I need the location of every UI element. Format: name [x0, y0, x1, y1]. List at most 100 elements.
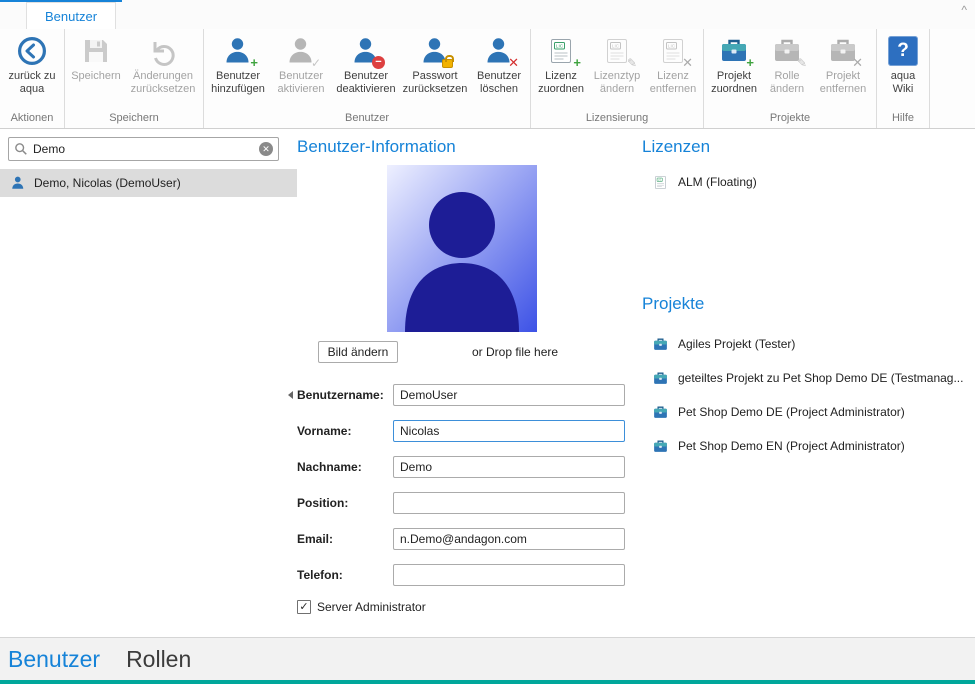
field-label-benutzername: Benutzername:	[297, 388, 393, 402]
user-name: Demo, Nicolas (DemoUser)	[34, 176, 181, 190]
button-label: Lizenz zuordnen	[533, 70, 589, 96]
user-info-title: Benutzer-Information	[297, 137, 642, 157]
delete-user-button[interactable]: ✕ Benutzer löschen	[470, 30, 528, 111]
project-item[interactable]: Pet Shop Demo DE (Project Administrator)	[642, 395, 975, 429]
user-list-item[interactable]: Demo, Nicolas (DemoUser)	[0, 169, 297, 197]
activate-user-button[interactable]: ✓ Benutzer aktivieren	[270, 30, 332, 111]
ribbon-collapse-icon[interactable]: ^	[961, 3, 967, 17]
button-label: aqua Wiki	[879, 70, 927, 96]
deactivate-user-button[interactable]: − Benutzer deaktivieren	[332, 30, 400, 111]
vorname-field[interactable]	[393, 420, 625, 442]
footer-tab-rollen[interactable]: Rollen	[126, 646, 191, 673]
tab-benutzer[interactable]: Benutzer	[26, 2, 116, 29]
wiki-icon: ?	[887, 35, 919, 67]
button-label: Projekt entfernen	[812, 70, 874, 96]
reset-password-button[interactable]: Passwort zurücksetzen	[400, 30, 470, 111]
licenses-title: Lizenzen	[642, 137, 975, 157]
button-label: Lizenz entfernen	[645, 70, 701, 96]
server-admin-checkbox[interactable]: ✓ Server Administrator	[297, 600, 642, 614]
project-label: geteiltes Projekt zu Pet Shop Demo DE (T…	[678, 371, 963, 385]
role-change-icon: ✎	[771, 35, 803, 67]
group-label-hilfe: Hilfe	[879, 111, 927, 128]
project-item[interactable]: Agiles Projekt (Tester)	[642, 327, 975, 361]
position-field[interactable]	[393, 492, 625, 514]
button-label: Speichern	[70, 70, 122, 83]
license-change-icon: ✎	[601, 35, 633, 67]
user-list: Demo, Nicolas (DemoUser)	[0, 169, 297, 197]
user-activate-icon: ✓	[285, 35, 317, 67]
button-label: Passwort zurücksetzen	[400, 70, 470, 96]
field-label-vorname: Vorname:	[297, 424, 393, 438]
project-label: Pet Shop Demo EN (Project Administrator)	[678, 439, 905, 453]
ribbon-group-projekte: + Projekt zuordnen ✎ Rolle ändern ✕ Proj…	[704, 29, 877, 128]
assign-license-button[interactable]: + Lizenz zuordnen	[533, 30, 589, 111]
add-user-button[interactable]: + Benutzer hinzufügen	[206, 30, 270, 111]
footer-tab-benutzer[interactable]: Benutzer	[8, 646, 100, 673]
project-remove-icon: ✕	[827, 35, 859, 67]
change-license-type-button[interactable]: ✎ Lizenztyp ändern	[589, 30, 645, 111]
change-photo-button[interactable]: Bild ändern	[318, 341, 398, 363]
password-reset-icon	[419, 35, 451, 67]
search-input[interactable]	[28, 142, 259, 156]
email-field[interactable]	[393, 528, 625, 550]
back-to-aqua-button[interactable]: zurück zu aqua	[2, 30, 62, 111]
field-label-nachname: Nachname:	[297, 460, 393, 474]
button-label: Benutzer deaktivieren	[332, 70, 400, 96]
ribbon-group-benutzer: + Benutzer hinzufügen ✓ Benutzer aktivie…	[204, 29, 531, 128]
user-form: Benutzername: Vorname: Nachname: Positio…	[297, 384, 642, 614]
ribbon-group-aktionen: zurück zu aqua Aktionen	[0, 29, 65, 128]
bottom-accent-strip	[0, 680, 975, 684]
button-label: Benutzer aktivieren	[270, 70, 332, 96]
projects-title: Projekte	[642, 294, 975, 314]
bottom-tab-bar: Benutzer Rollen	[0, 637, 975, 680]
save-button[interactable]: Speichern	[67, 30, 125, 111]
ribbon-group-lizensierung: + Lizenz zuordnen ✎ Lizenztyp ändern ✕ L…	[531, 29, 704, 128]
undo-icon	[147, 35, 179, 67]
project-label: Pet Shop Demo DE (Project Administrator)	[678, 405, 905, 419]
button-label: Benutzer hinzufügen	[206, 70, 270, 96]
ribbon: zurück zu aqua Aktionen Speichern Änderu…	[0, 29, 975, 129]
group-label-aktionen: Aktionen	[2, 111, 62, 128]
group-label-benutzer: Benutzer	[206, 111, 528, 128]
clear-search-icon[interactable]: ✕	[259, 142, 273, 156]
user-list-panel: ✕ Demo, Nicolas (DemoUser)	[0, 129, 297, 637]
ribbon-tab-row: Benutzer ^	[0, 0, 975, 29]
project-item[interactable]: Pet Shop Demo EN (Project Administrator)	[642, 429, 975, 463]
telefon-field[interactable]	[393, 564, 625, 586]
assign-project-button[interactable]: + Projekt zuordnen	[706, 30, 762, 111]
benutzername-field[interactable]	[393, 384, 625, 406]
button-label: Rolle ändern	[762, 70, 812, 96]
undo-changes-button[interactable]: Änderungen zurücksetzen	[125, 30, 201, 111]
checkbox-check-icon: ✓	[297, 600, 311, 614]
field-label-email: Email:	[297, 532, 393, 546]
project-add-icon: +	[718, 35, 750, 67]
ribbon-group-speichern: Speichern Änderungen zurücksetzen Speich…	[65, 29, 204, 128]
license-list: ALM (Floating)	[642, 170, 975, 194]
license-item[interactable]: ALM (Floating)	[642, 170, 975, 194]
user-admin-window: Benutzer ^ zurück zu aqua Aktionen Sp	[0, 0, 975, 684]
photo-actions: Bild ändern or Drop file here	[297, 341, 642, 363]
save-icon	[80, 35, 112, 67]
remove-project-button[interactable]: ✕ Projekt entfernen	[812, 30, 874, 111]
license-add-icon: +	[545, 35, 577, 67]
drop-file-hint: or Drop file here	[472, 345, 558, 359]
user-deactivate-icon: −	[350, 35, 382, 67]
change-role-button[interactable]: ✎ Rolle ändern	[762, 30, 812, 111]
aqua-wiki-button[interactable]: ? aqua Wiki	[879, 30, 927, 111]
field-label-position: Position:	[297, 496, 393, 510]
collapse-arrow-icon[interactable]	[288, 391, 293, 399]
nachname-field[interactable]	[393, 456, 625, 478]
button-label: Änderungen zurücksetzen	[125, 70, 201, 96]
field-label-telefon: Telefon:	[297, 568, 393, 582]
main-content: ✕ Demo, Nicolas (DemoUser) Benutzer-Info…	[0, 129, 975, 637]
assignments-panel: Lizenzen ALM (Floating) Projekte Agiles …	[642, 129, 975, 637]
license-remove-icon: ✕	[657, 35, 689, 67]
avatar[interactable]	[387, 165, 537, 332]
project-item[interactable]: geteiltes Projekt zu Pet Shop Demo DE (T…	[642, 361, 975, 395]
ribbon-group-hilfe: ? aqua Wiki Hilfe	[877, 29, 930, 128]
remove-license-button[interactable]: ✕ Lizenz entfernen	[645, 30, 701, 111]
project-icon	[652, 336, 669, 353]
user-add-icon: +	[222, 35, 254, 67]
group-label-speichern: Speichern	[67, 111, 201, 128]
search-icon	[14, 142, 28, 156]
